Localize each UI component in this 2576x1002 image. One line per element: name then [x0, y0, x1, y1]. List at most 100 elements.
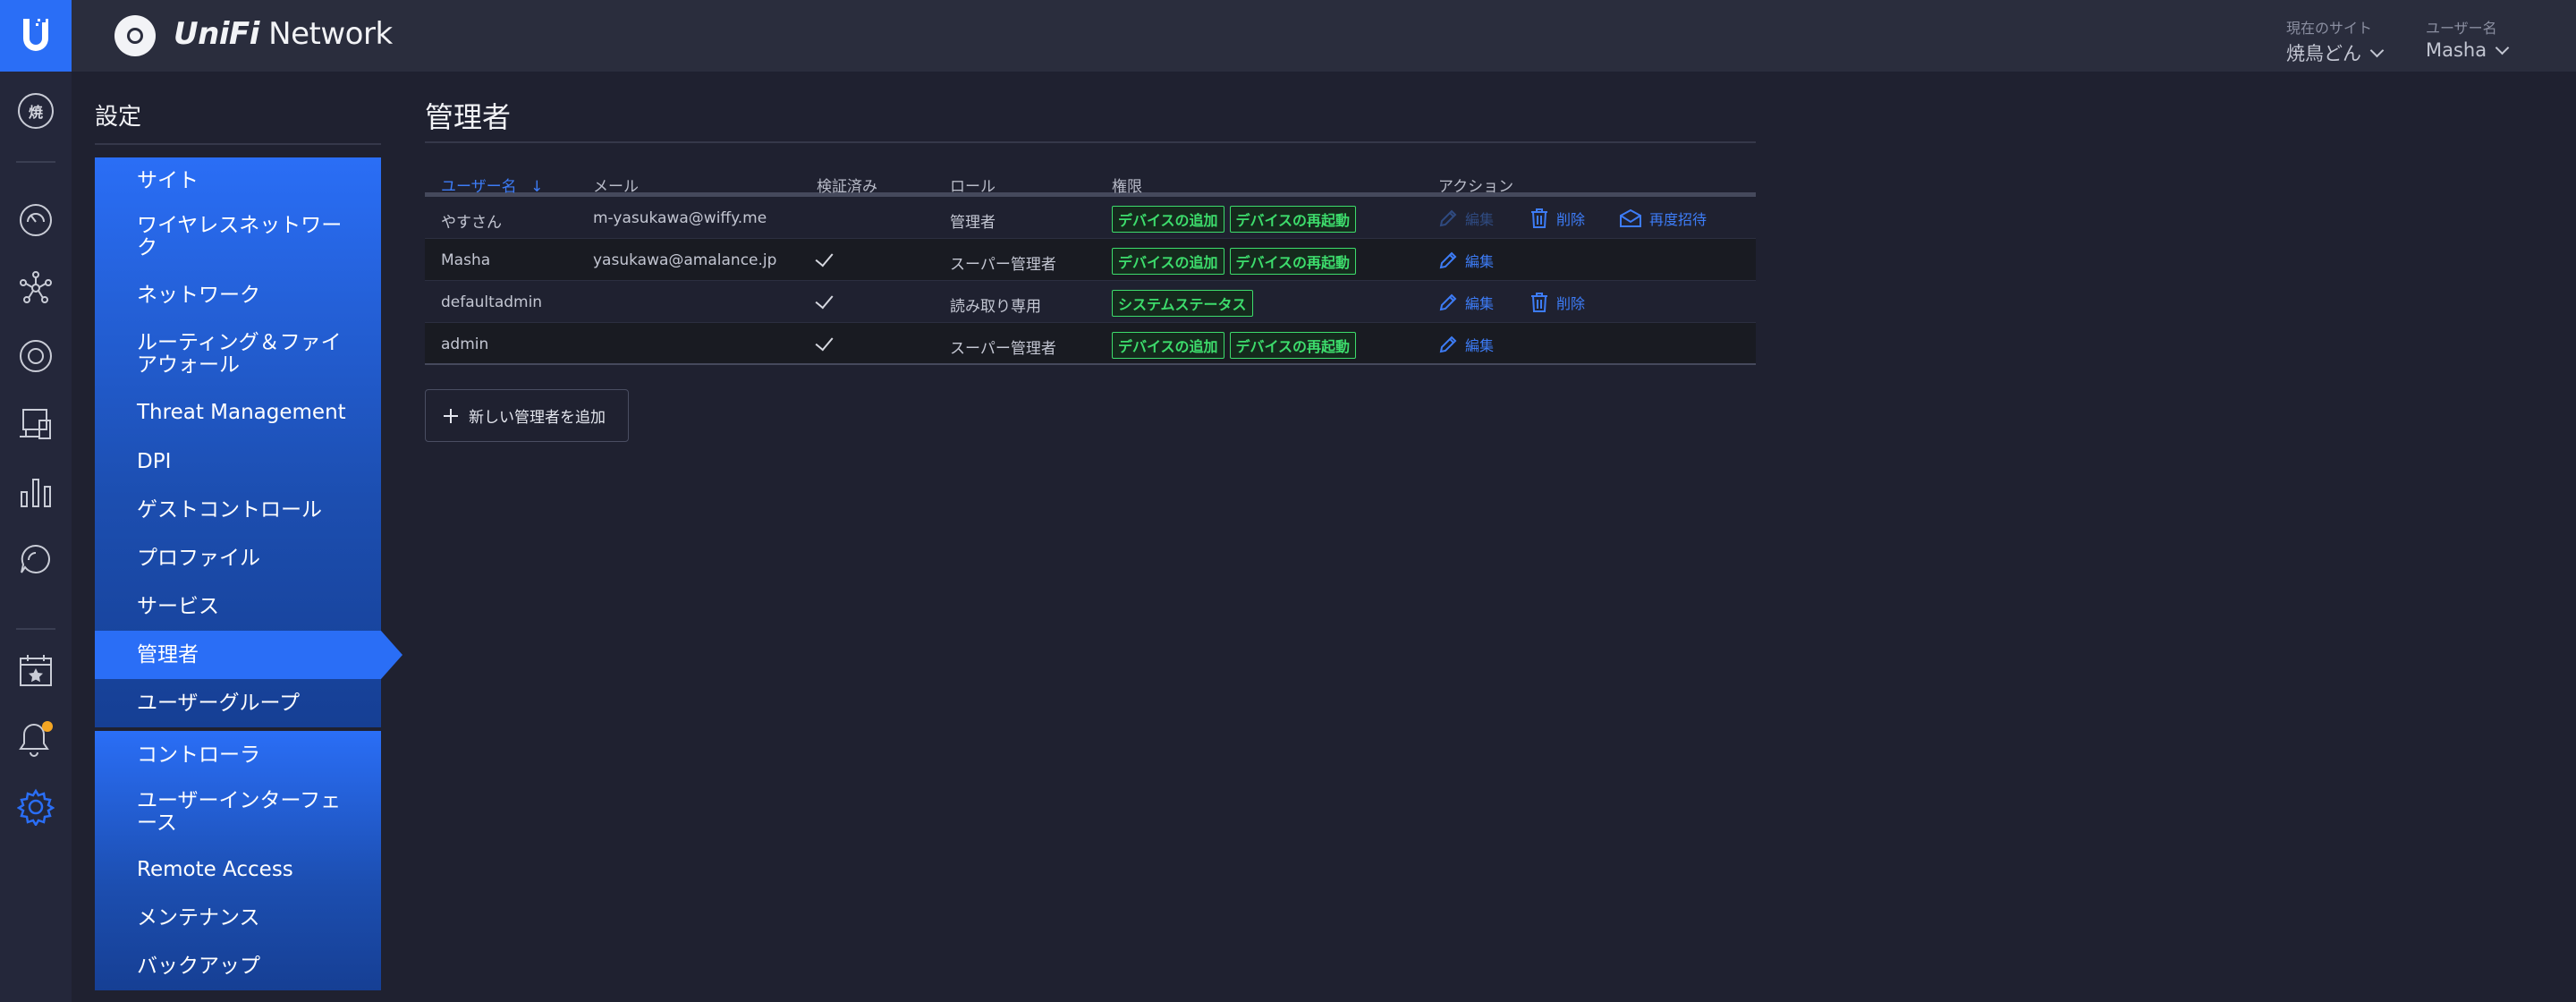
- delete-label: 削除: [1556, 295, 1586, 312]
- cell-permissions: システムステータス: [1112, 290, 1253, 317]
- edit-button[interactable]: 編集: [1438, 292, 1494, 313]
- delete-button[interactable]: 削除: [1530, 208, 1585, 229]
- reinvite-button[interactable]: 再度招待: [1619, 208, 1707, 229]
- verified-check-icon: [815, 332, 834, 352]
- menu-item-profiles[interactable]: プロファイル: [95, 534, 381, 582]
- settings-divider: [95, 143, 381, 145]
- edit-button[interactable]: 編集: [1438, 250, 1494, 271]
- menu-item-admins[interactable]: 管理者: [95, 631, 402, 679]
- cell-permissions: デバイスの追加 デバイスの再起動: [1112, 332, 1357, 359]
- clients-icon[interactable]: [16, 404, 55, 444]
- menu-item-wireless-networks[interactable]: ワイヤレスネットワーク: [95, 204, 381, 270]
- delete-label: 削除: [1556, 211, 1586, 228]
- cell-permissions: デバイスの追加 デバイスの再起動: [1112, 206, 1357, 233]
- user-menu[interactable]: ユーザー名 Masha: [2426, 16, 2510, 61]
- page-title: 管理者: [425, 100, 512, 134]
- menu-item-site[interactable]: サイト: [95, 157, 381, 204]
- permission-badge: デバイスの再起動: [1229, 332, 1357, 359]
- site-selector[interactable]: 現在のサイト 焼鳥どん: [2286, 16, 2385, 66]
- plus-icon: [444, 408, 458, 423]
- user-value: Masha: [2426, 39, 2487, 61]
- permission-badge: デバイスの追加: [1112, 248, 1224, 275]
- cell-username: defaultadmin: [441, 293, 543, 311]
- verified-check-icon: [815, 248, 834, 267]
- delete-button[interactable]: 削除: [1530, 292, 1585, 313]
- menu-item-guest-control[interactable]: ゲストコントロール: [95, 486, 381, 534]
- top-bar: UniFi Network 現在のサイト 焼鳥どん ユーザー名 Masha: [0, 0, 2576, 72]
- site-label: 現在のサイト: [2286, 20, 2373, 37]
- user-label: ユーザー名: [2426, 20, 2497, 37]
- column-header-role[interactable]: ロール: [950, 174, 996, 196]
- permission-badge: デバイスの追加: [1112, 206, 1224, 233]
- chevron-down-icon: [2369, 43, 2385, 57]
- trash-icon: [1531, 293, 1547, 312]
- notification-dot: [42, 721, 53, 732]
- table-row: admin スーパー管理者 デバイスの追加 デバイスの再起動 編集: [425, 323, 1756, 365]
- settings-icon[interactable]: [16, 787, 55, 827]
- column-header-username[interactable]: ユーザー名 ↓: [441, 174, 543, 196]
- envelope-icon: [1620, 208, 1641, 227]
- permission-badge: システムステータス: [1112, 290, 1253, 317]
- dashboard-icon[interactable]: [16, 200, 55, 240]
- statistics-icon[interactable]: [16, 472, 55, 512]
- cell-username: admin: [441, 335, 489, 353]
- events-icon[interactable]: [16, 651, 55, 691]
- cell-role: 管理者: [950, 214, 996, 232]
- column-header-actions: アクション: [1438, 178, 1514, 196]
- permission-badge: デバイスの再起動: [1229, 206, 1357, 233]
- page-title-divider: [425, 141, 1756, 143]
- settings-menu-group-2: コントローラ ユーザーインターフェース Remote Access メンテナンス…: [95, 731, 381, 990]
- pencil-icon: [1439, 209, 1457, 227]
- menu-item-backup[interactable]: バックアップ: [95, 942, 381, 990]
- settings-menu-group-1: サイト ワイヤレスネットワーク ネットワーク ルーティング＆ファイアウォール T…: [95, 157, 402, 727]
- devices-icon[interactable]: [16, 336, 55, 376]
- menu-item-user-interface[interactable]: ユーザーインターフェース: [95, 779, 381, 845]
- brand-unifi: UniFi: [174, 16, 259, 52]
- cell-role: 読み取り専用: [950, 298, 1041, 316]
- menu-item-dpi[interactable]: DPI: [95, 437, 381, 486]
- edit-button[interactable]: 編集: [1438, 334, 1494, 355]
- menu-item-remote-access[interactable]: Remote Access: [95, 845, 381, 894]
- menu-item-routing-firewall[interactable]: ルーティング＆ファイアウォール: [95, 320, 381, 388]
- menu-item-services[interactable]: サービス: [95, 582, 381, 631]
- chevron-down-icon: [2495, 40, 2510, 55]
- cell-role: スーパー管理者: [950, 256, 1056, 274]
- pencil-icon: [1439, 293, 1457, 311]
- brand-title: UniFi Network: [174, 16, 393, 52]
- settings-menu: サイト ワイヤレスネットワーク ネットワーク ルーティング＆ファイアウォール T…: [95, 157, 402, 990]
- menu-item-threat-management[interactable]: Threat Management: [95, 388, 381, 437]
- menu-item-networks[interactable]: ネットワーク: [95, 270, 381, 320]
- ubiquiti-u-icon: [23, 19, 48, 51]
- column-header-verified[interactable]: 検証済み: [817, 174, 877, 196]
- site-switcher[interactable]: 焼: [16, 91, 55, 131]
- ubiquiti-logo[interactable]: [0, 0, 72, 72]
- add-admin-button[interactable]: 新しい管理者を追加: [425, 389, 629, 442]
- cell-email: yasukawa@amalance.jp: [593, 251, 777, 269]
- verified-check-icon: [815, 290, 834, 310]
- controller-status-icon[interactable]: [114, 15, 156, 56]
- edit-button[interactable]: 編集: [1438, 208, 1494, 229]
- edit-label: 編集: [1465, 211, 1495, 228]
- menu-item-user-groups[interactable]: ユーザーグループ: [95, 679, 381, 727]
- column-header-email[interactable]: メール: [593, 174, 639, 196]
- insights-icon[interactable]: [16, 540, 55, 580]
- topology-icon[interactable]: [16, 268, 55, 308]
- admins-table: ユーザー名 ↓ メール 検証済み ロール 権限 アクション やすさん m-yas…: [425, 170, 1756, 365]
- nav-rail: 焼: [0, 72, 72, 1002]
- edit-label: 編集: [1465, 337, 1495, 354]
- permission-badge: デバイスの追加: [1112, 332, 1224, 359]
- cell-permissions: デバイスの追加 デバイスの再起動: [1112, 248, 1357, 275]
- column-header-permissions: 権限: [1112, 178, 1142, 196]
- permission-badge: デバイスの再起動: [1229, 248, 1357, 275]
- pencil-icon: [1439, 251, 1457, 269]
- table-row: Masha yasukawa@amalance.jp スーパー管理者 デバイスの…: [425, 239, 1756, 281]
- brand-network: Network: [268, 16, 393, 52]
- menu-item-controller[interactable]: コントローラ: [95, 731, 381, 779]
- cell-email: m-yasukawa@wiffy.me: [593, 209, 767, 227]
- sort-arrow-icon: ↓: [530, 178, 544, 196]
- alerts-icon[interactable]: [16, 719, 55, 759]
- rail-divider: [16, 161, 55, 163]
- menu-item-maintenance[interactable]: メンテナンス: [95, 894, 381, 942]
- table-row: やすさん m-yasukawa@wiffy.me 管理者 デバイスの追加 デバイ…: [425, 197, 1756, 239]
- rail-divider: [16, 628, 55, 630]
